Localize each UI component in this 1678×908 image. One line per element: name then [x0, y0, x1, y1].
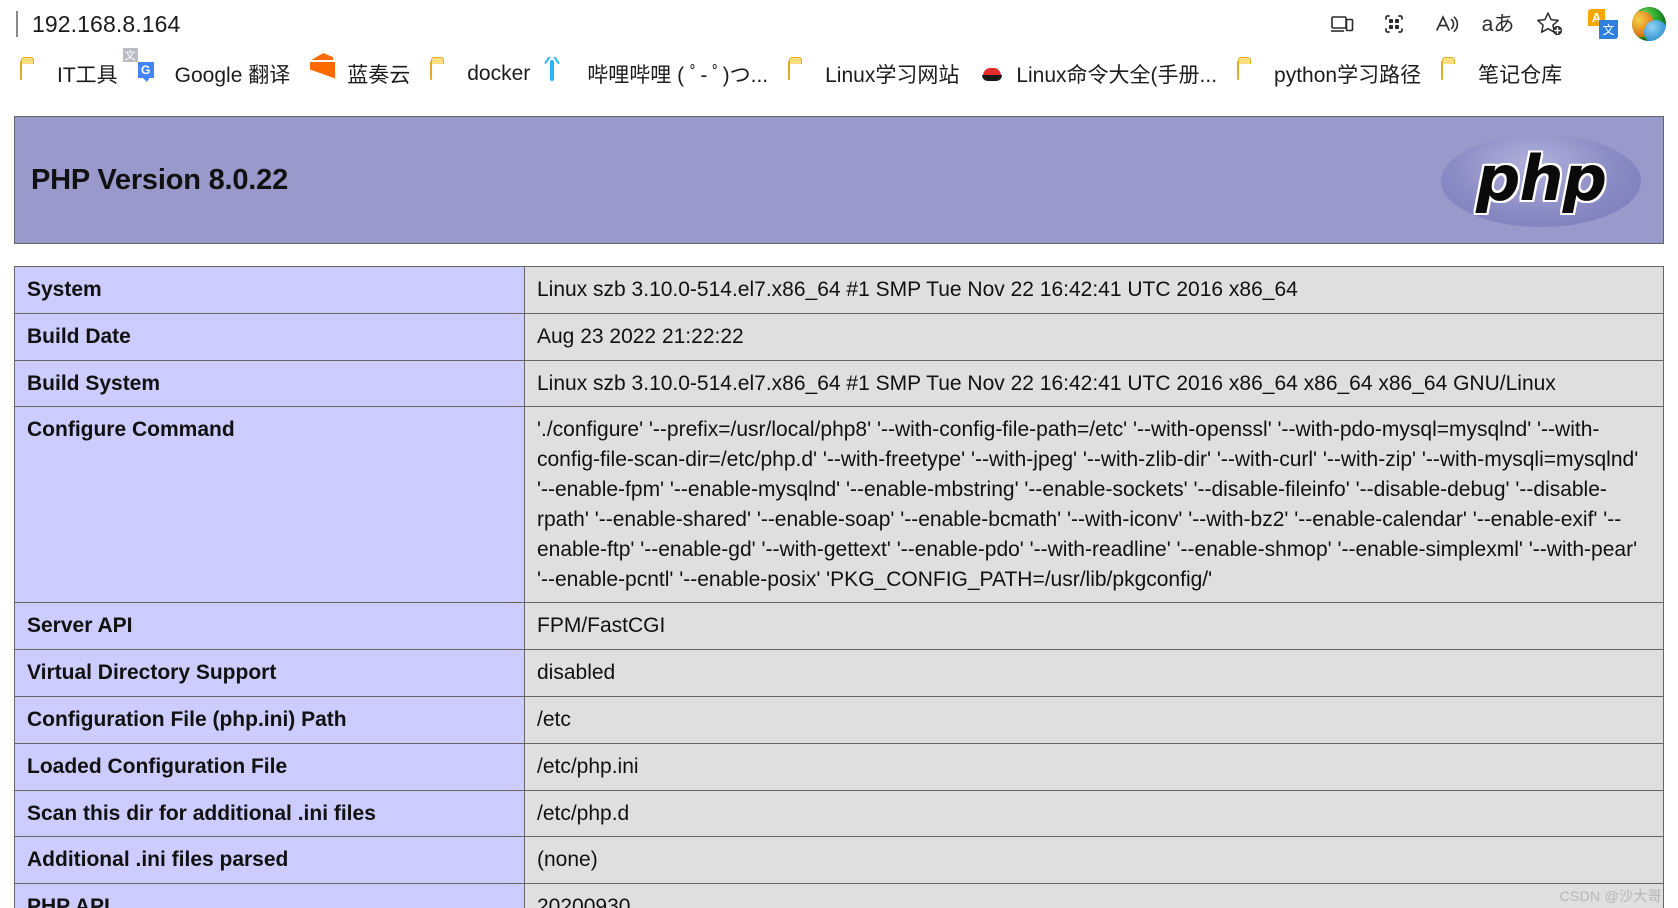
bookmark-label: 哔哩哔哩 ( ﾟ- ﾟ)つ... [587, 64, 769, 87]
extension-translate-icon[interactable]: A 文 [1588, 9, 1618, 39]
folder-icon [1237, 61, 1263, 86]
watermark: CSDN @沙大哥 [1559, 888, 1662, 904]
php-logo-text: php [1476, 141, 1607, 215]
table-cell-value: (none) [524, 836, 1664, 885]
extension-translate-letter-wen: 文 [1599, 20, 1618, 39]
table-cell-value: FPM/FastCGI [524, 602, 1664, 651]
table-cell-key: Build System [14, 359, 525, 408]
table-cell-key: Virtual Directory Support [14, 649, 525, 697]
table-cell-value: /etc [524, 695, 1664, 744]
bookmark-label: Google 翻译 [174, 64, 291, 87]
table-cell-key: Configuration File (php.ini) Path [14, 695, 525, 744]
text-cursor [16, 11, 18, 37]
table-row: Server API FPM/FastCGI [14, 602, 1664, 651]
table-cell-value: disabled [524, 649, 1664, 697]
table-row: Scan this dir for additional .ini files … [14, 789, 1664, 838]
table-cell-key: Loaded Configuration File [14, 742, 525, 791]
bookmark-python-roadmap[interactable]: python学习路径 [1227, 55, 1431, 93]
bookmark-docker[interactable]: docker [420, 55, 540, 93]
table-cell-value: /etc/php.d [524, 789, 1664, 838]
table-cell-value: Aug 23 2022 21:22:22 [524, 312, 1664, 361]
table-cell-key: Build Date [14, 312, 525, 361]
phpinfo-page: PHP Version 8.0.22 php System Linux szb … [0, 100, 1678, 908]
table-cell-key: Configure Command [14, 406, 525, 604]
phpinfo-table-body: System Linux szb 3.10.0-514.el7.x86_64 #… [14, 266, 1664, 908]
table-cell-key: Additional .ini files parsed [14, 836, 525, 885]
extension-globe-icon[interactable] [1632, 7, 1666, 41]
bookmark-lanzou-cloud[interactable]: 蓝奏云 [300, 55, 420, 93]
bookmark-linux-command-manual[interactable]: Linux命令大全(手册... [969, 55, 1227, 93]
read-aloud-icon[interactable] [1420, 2, 1472, 46]
google-translate-icon: G文 [122, 48, 164, 86]
table-row: Configure Command './configure' '--prefi… [14, 406, 1664, 604]
folder-icon [788, 61, 814, 86]
bookmark-it-tools[interactable]: IT工具 [10, 55, 128, 93]
bookmark-label: IT工具 [57, 64, 118, 87]
bookmark-label: docker [467, 62, 531, 85]
bookmark-label: 笔记仓库 [1478, 64, 1563, 87]
folder-icon [430, 61, 456, 86]
address-bar-row: 192.168.8.164 aあ A 文 [0, 0, 1678, 48]
translate-icon[interactable]: aあ [1472, 2, 1524, 46]
table-row: Configuration File (php.ini) Path /etc [14, 695, 1664, 744]
translate-glyph: aあ [1481, 12, 1515, 36]
table-cell-value: 20200930 [524, 883, 1664, 908]
table-row: System Linux szb 3.10.0-514.el7.x86_64 #… [14, 266, 1664, 314]
bookmark-google-translate[interactable]: G文 Google 翻译 [122, 48, 301, 93]
table-row: Virtual Directory Support disabled [14, 649, 1664, 697]
table-cell-key: Server API [14, 602, 525, 651]
split-screen-icon[interactable] [1368, 2, 1420, 46]
cast-device-icon[interactable] [1316, 2, 1368, 46]
phpinfo-header-banner: PHP Version 8.0.22 php [14, 116, 1664, 244]
address-bar-url: 192.168.8.164 [32, 10, 181, 37]
folder-icon [20, 61, 46, 86]
lanzou-cloud-icon [310, 62, 336, 86]
table-row: Build System Linux szb 3.10.0-514.el7.x8… [14, 359, 1664, 408]
table-row: Loaded Configuration File /etc/php.ini [14, 742, 1664, 791]
address-bar[interactable]: 192.168.8.164 [0, 0, 1316, 48]
bilibili-icon [550, 60, 576, 86]
table-row: Additional .ini files parsed (none) [14, 836, 1664, 885]
table-cell-value: './configure' '--prefix=/usr/local/php8'… [524, 406, 1664, 604]
table-cell-key: System [14, 266, 525, 314]
bookmark-label: 蓝奏云 [347, 64, 411, 87]
bookmark-label: Linux学习网站 [825, 64, 960, 87]
bookmark-linux-study-sites[interactable]: Linux学习网站 [778, 55, 969, 93]
bookmark-label: Linux命令大全(手册... [1016, 64, 1218, 87]
table-row: PHP API 20200930 [14, 883, 1664, 908]
folder-icon [1441, 61, 1467, 86]
bookmark-notes-repo[interactable]: 笔记仓库 [1431, 55, 1572, 93]
phpinfo-table: System Linux szb 3.10.0-514.el7.x86_64 #… [14, 266, 1664, 908]
browser-toolbar: aあ A 文 [1316, 0, 1670, 48]
bookmark-label: python学习路径 [1274, 64, 1422, 87]
add-favorite-icon[interactable] [1524, 2, 1576, 46]
page-title: PHP Version 8.0.22 [31, 163, 289, 196]
table-row: Build Date Aug 23 2022 21:22:22 [14, 312, 1664, 361]
table-cell-value: /etc/php.ini [524, 742, 1664, 791]
redhat-icon [979, 62, 1005, 86]
table-cell-key: PHP API [14, 883, 525, 908]
bookmark-bilibili[interactable]: 哔哩哔哩 ( ﾟ- ﾟ)つ... [540, 55, 778, 93]
table-cell-value: Linux szb 3.10.0-514.el7.x86_64 #1 SMP T… [524, 266, 1664, 314]
php-logo-icon: php [1441, 127, 1641, 233]
table-cell-value: Linux szb 3.10.0-514.el7.x86_64 #1 SMP T… [524, 359, 1664, 408]
bookmarks-bar: IT工具 G文 Google 翻译 蓝奏云 docker 哔哩哔哩 ( ﾟ- ﾟ… [0, 48, 1678, 100]
table-cell-key: Scan this dir for additional .ini files [14, 789, 525, 838]
browser-chrome: 192.168.8.164 aあ A 文 IT工具 Google 翻译 蓝奏云 … [0, 0, 1678, 100]
